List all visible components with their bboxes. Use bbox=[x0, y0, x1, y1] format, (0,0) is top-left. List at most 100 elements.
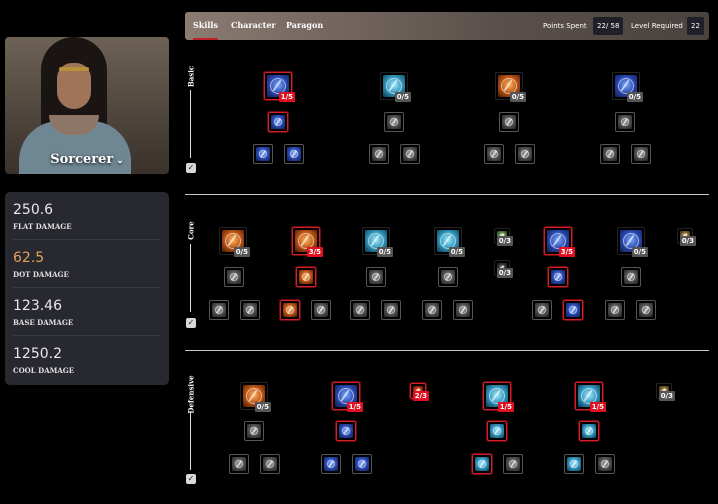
skill-node-defensive-4[interactable]: 1/5 bbox=[483, 382, 514, 412]
section-line bbox=[190, 412, 191, 470]
upgrade-node[interactable] bbox=[636, 300, 656, 320]
upgrade-node[interactable] bbox=[209, 300, 229, 320]
rank-badge: 0/5 bbox=[254, 402, 271, 412]
skill-node-basic-2[interactable]: 0/5 bbox=[380, 72, 411, 102]
rank-badge: 0/5 bbox=[509, 92, 526, 102]
section-checkbox-core[interactable]: ✓ bbox=[186, 318, 196, 328]
upgrade-node[interactable] bbox=[515, 144, 535, 164]
rank-badge: 0/3 bbox=[658, 391, 675, 401]
upgrade-node[interactable] bbox=[484, 144, 504, 164]
rank-badge: 1/5 bbox=[497, 402, 514, 412]
rank-badge: 1/5 bbox=[278, 92, 295, 102]
upgrade-node[interactable] bbox=[600, 144, 620, 164]
skill-node-defensive-1[interactable]: 0/5 bbox=[240, 382, 271, 412]
rank-badge: 0/3 bbox=[679, 236, 696, 246]
stat-flat-damage: 250.6 FLAT DAMAGE bbox=[13, 192, 161, 240]
enhancement-node[interactable] bbox=[268, 112, 288, 132]
upgrade-node[interactable] bbox=[240, 300, 260, 320]
stat-cool-damage: 1250.2 COOL DAMAGE bbox=[13, 336, 161, 384]
skill-node-core-6[interactable]: 3/5 bbox=[544, 227, 575, 257]
stat-label: BASE DAMAGE bbox=[13, 318, 74, 327]
skill-node-defensive-5[interactable]: 1/5 bbox=[575, 382, 606, 412]
upgrade-node[interactable] bbox=[595, 454, 615, 474]
skill-node-core-3[interactable]: 0/5 bbox=[362, 227, 393, 257]
enhancement-node[interactable] bbox=[384, 112, 404, 132]
section-checkbox-basic[interactable]: ✓ bbox=[186, 163, 196, 173]
upgrade-node[interactable] bbox=[453, 300, 473, 320]
section-divider bbox=[185, 194, 709, 195]
upgrade-node[interactable] bbox=[253, 144, 273, 164]
skill-node-basic-1[interactable]: 1/5 bbox=[264, 72, 295, 102]
class-selector[interactable]: Sorcerer ⌄ bbox=[5, 152, 169, 167]
skill-node-core-1[interactable]: 0/5 bbox=[219, 227, 250, 257]
upgrade-node[interactable] bbox=[311, 300, 331, 320]
stat-value: 123.46 bbox=[13, 298, 62, 314]
upgrade-node[interactable] bbox=[350, 300, 370, 320]
upgrade-node[interactable] bbox=[563, 300, 583, 320]
level-required-label: Level Required bbox=[631, 22, 683, 30]
skill-node-core-8[interactable]: 0/3 bbox=[677, 228, 696, 246]
skill-node-basic-3[interactable]: 0/5 bbox=[495, 72, 526, 102]
upgrade-node[interactable] bbox=[631, 144, 651, 164]
top-bar: Skills Character Paragon Points Spent 22… bbox=[185, 12, 709, 40]
tab-character[interactable]: Character bbox=[231, 12, 276, 40]
enhancement-node[interactable] bbox=[366, 267, 386, 287]
upgrade-node[interactable] bbox=[284, 144, 304, 164]
enhancement-node[interactable] bbox=[244, 421, 264, 441]
skill-node-defensive-3[interactable]: 2/3 bbox=[410, 383, 429, 401]
enhancement-node[interactable] bbox=[615, 112, 635, 132]
skill-node-core-5[interactable]: 0/3 bbox=[494, 228, 513, 246]
class-portrait[interactable]: Sorcerer ⌄ bbox=[5, 37, 169, 174]
upgrade-node[interactable] bbox=[400, 144, 420, 164]
rank-badge: 0/5 bbox=[631, 247, 648, 257]
stat-dot-damage: 62.5 DOT DAMAGE bbox=[13, 240, 161, 288]
upgrade-node[interactable] bbox=[503, 454, 523, 474]
skill-node-basic-4[interactable]: 0/5 bbox=[612, 72, 643, 102]
enhancement-node[interactable] bbox=[499, 112, 519, 132]
rank-badge: 0/5 bbox=[233, 247, 250, 257]
upgrade-node[interactable] bbox=[564, 454, 584, 474]
enhancement-node[interactable] bbox=[548, 267, 568, 287]
upgrade-node[interactable] bbox=[280, 300, 300, 320]
stats-panel: 250.6 FLAT DAMAGE 62.5 DOT DAMAGE 123.46… bbox=[5, 192, 169, 385]
skill-node-defensive-2[interactable]: 1/5 bbox=[332, 382, 363, 412]
enhancement-node[interactable] bbox=[487, 421, 507, 441]
stat-value: 1250.2 bbox=[13, 346, 62, 362]
tab-paragon[interactable]: Paragon bbox=[286, 12, 323, 40]
enhancement-node[interactable] bbox=[438, 267, 458, 287]
skill-node-core-4[interactable]: 0/5 bbox=[434, 227, 465, 257]
upgrade-node[interactable] bbox=[381, 300, 401, 320]
stat-value: 250.6 bbox=[13, 202, 54, 218]
enhancement-node[interactable] bbox=[296, 267, 316, 287]
enhancement-node[interactable] bbox=[224, 267, 244, 287]
upgrade-node[interactable] bbox=[260, 454, 280, 474]
chevron-down-icon: ⌄ bbox=[116, 156, 124, 166]
upgrade-node[interactable] bbox=[605, 300, 625, 320]
enhancement-node[interactable] bbox=[336, 421, 356, 441]
enhancement-node[interactable] bbox=[579, 421, 599, 441]
section-label-basic: Basic bbox=[186, 65, 196, 88]
upgrade-node[interactable] bbox=[321, 454, 341, 474]
enhancement-node[interactable] bbox=[621, 267, 641, 287]
section-divider bbox=[185, 350, 709, 351]
rank-badge: 0/5 bbox=[448, 247, 465, 257]
class-name-label: Sorcerer bbox=[50, 152, 114, 167]
skill-node-defensive-6[interactable]: 0/3 bbox=[656, 383, 675, 401]
upgrade-node[interactable] bbox=[229, 454, 249, 474]
upgrade-node[interactable] bbox=[422, 300, 442, 320]
rank-badge: 0/5 bbox=[394, 92, 411, 102]
section-checkbox-defensive[interactable]: ✓ bbox=[186, 474, 196, 484]
upgrade-node[interactable] bbox=[472, 454, 492, 474]
rank-badge: 0/3 bbox=[496, 268, 513, 278]
upgrade-node[interactable] bbox=[532, 300, 552, 320]
enhancement-node[interactable]: 0/3 bbox=[494, 260, 513, 278]
skill-node-core-7[interactable]: 0/5 bbox=[617, 227, 648, 257]
section-line bbox=[190, 244, 191, 312]
upgrade-node[interactable] bbox=[352, 454, 372, 474]
level-required-value: 22 bbox=[687, 17, 704, 35]
upgrade-node[interactable] bbox=[369, 144, 389, 164]
skill-node-core-2[interactable]: 3/5 bbox=[292, 227, 323, 257]
rank-badge: 1/5 bbox=[346, 402, 363, 412]
rank-badge: 0/5 bbox=[626, 92, 643, 102]
tab-skills[interactable]: Skills bbox=[193, 12, 218, 40]
